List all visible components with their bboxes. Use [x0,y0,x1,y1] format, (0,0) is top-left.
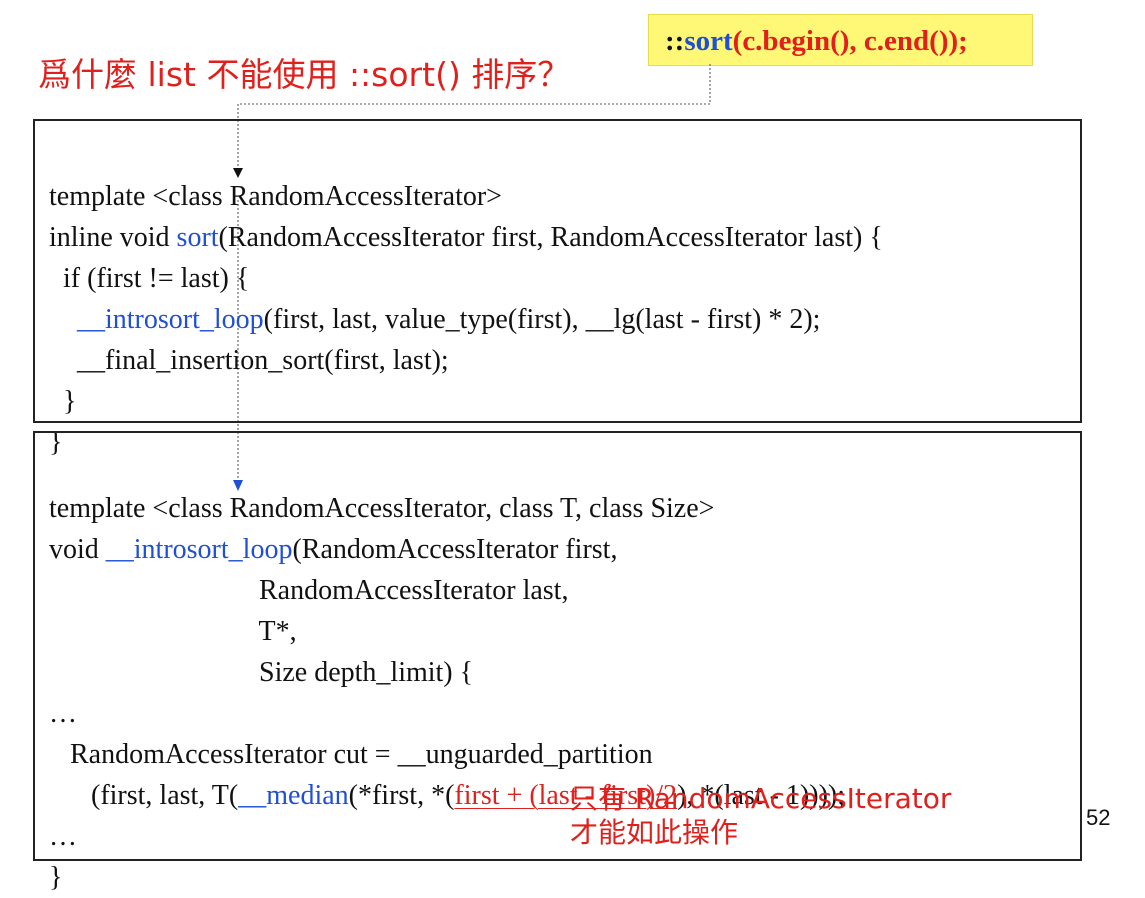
sort-function-name: sort [176,222,219,253]
random-access-note: 只有 RandomAccessIterator 才能如此操作 [570,782,951,850]
code-text: (RandomAccessIterator first, [292,534,618,565]
code-text: (first, last, value_type(first), __lg(la… [263,304,821,335]
note-line-1: 只有 RandomAccessIterator [570,782,952,815]
code-line: } [49,386,77,417]
code-text: void [49,534,106,565]
code-line: T*, [49,616,297,647]
code-line: template <class RandomAccessIterator> [49,181,502,212]
code-text: (RandomAccessIterator first, RandomAcces… [218,222,883,253]
code-text: (*first, *( [348,780,455,811]
sort-definition-box: template <class RandomAccessIterator> inl… [33,119,1082,458]
code-line: __final_insertion_sort(first, last); [49,345,449,376]
code-line: if (first != last) { [49,263,250,294]
code-text: inline void [49,222,177,253]
median-function-name: __median [238,780,349,811]
introsort-function-name: __introsort_loop [105,534,293,565]
code-line: __introsort_loop(first, last, value_type… [49,299,1080,340]
code-line: template <class RandomAccessIterator, cl… [49,493,715,524]
code-line: void __introsort_loop(RandomAccessIterat… [49,529,1080,570]
code-line: RandomAccessIterator cut = __unguarded_p… [49,739,653,770]
note-line-2: 才能如此操作 [570,816,739,849]
code-line: inline void sort(RandomAccessIterator fi… [49,217,1080,258]
code-line: } [49,862,63,893]
introsort-call-name: __introsort_loop [77,304,264,335]
code-text: (first, last, T( [49,780,239,811]
code-line: RandomAccessIterator last, [49,575,569,606]
code-line: Size depth_limit) { [49,657,474,688]
page-number: 52 [1086,805,1111,830]
code-line: … [49,698,77,729]
